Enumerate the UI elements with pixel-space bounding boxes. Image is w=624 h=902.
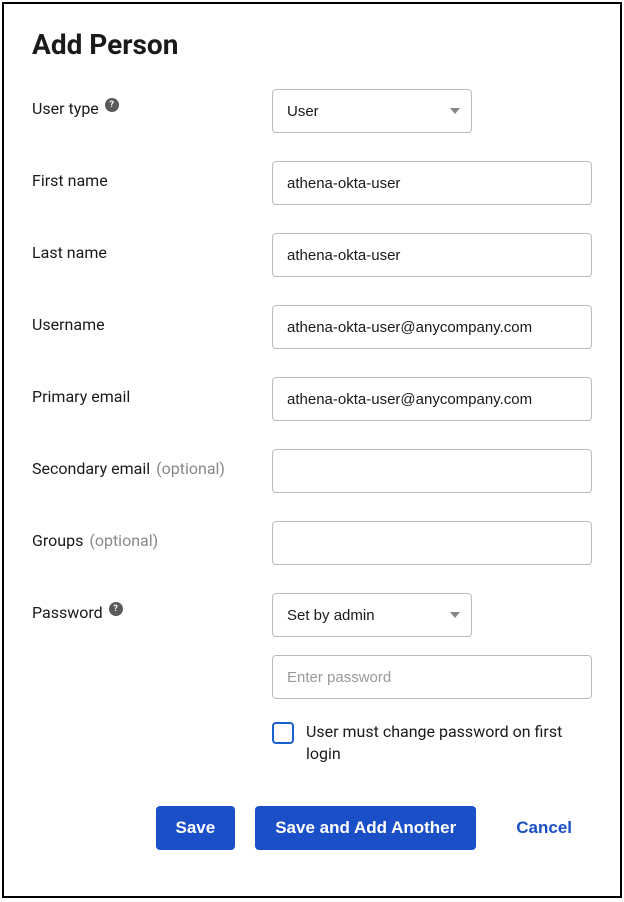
primary-email-row: Primary email: [32, 377, 592, 421]
optional-text: (optional): [89, 531, 158, 550]
user-type-label-text: User type: [32, 99, 99, 118]
password-label: Password ?: [32, 593, 272, 622]
password-input[interactable]: [272, 655, 592, 699]
username-input[interactable]: [272, 305, 592, 349]
last-name-input[interactable]: [272, 233, 592, 277]
button-row: Save Save and Add Another Cancel: [32, 806, 592, 850]
secondary-email-label: Secondary email (optional): [32, 449, 272, 478]
username-row: Username: [32, 305, 592, 349]
user-type-label: User type ?: [32, 89, 272, 118]
optional-text: (optional): [156, 459, 225, 478]
help-icon[interactable]: ?: [105, 98, 119, 112]
save-add-another-button[interactable]: Save and Add Another: [255, 806, 476, 850]
first-name-input[interactable]: [272, 161, 592, 205]
user-type-row: User type ? User: [32, 89, 592, 133]
password-row: Password ? Set by admin User must change…: [32, 593, 592, 766]
username-label: Username: [32, 305, 272, 334]
secondary-email-row: Secondary email (optional): [32, 449, 592, 493]
last-name-row: Last name: [32, 233, 592, 277]
groups-label-text: Groups: [32, 531, 83, 550]
groups-label: Groups (optional): [32, 521, 272, 550]
primary-email-label: Primary email: [32, 377, 272, 406]
change-password-checkbox[interactable]: [272, 722, 294, 744]
primary-email-input[interactable]: [272, 377, 592, 421]
user-type-select[interactable]: User: [272, 89, 472, 133]
secondary-email-label-text: Secondary email: [32, 459, 150, 478]
last-name-label: Last name: [32, 233, 272, 262]
save-button[interactable]: Save: [156, 806, 236, 850]
password-label-text: Password: [32, 603, 103, 622]
add-person-dialog: Add Person User type ? User First name L…: [2, 2, 622, 898]
change-password-checkbox-label[interactable]: User must change password on first login: [306, 721, 592, 766]
change-password-checkbox-row: User must change password on first login: [272, 721, 592, 766]
help-icon[interactable]: ?: [109, 602, 123, 616]
password-mode-select[interactable]: Set by admin: [272, 593, 472, 637]
groups-input[interactable]: [272, 521, 592, 565]
secondary-email-input[interactable]: [272, 449, 592, 493]
first-name-label: First name: [32, 161, 272, 190]
dialog-title: Add Person: [32, 28, 592, 61]
groups-row: Groups (optional): [32, 521, 592, 565]
cancel-button[interactable]: Cancel: [496, 806, 592, 850]
first-name-row: First name: [32, 161, 592, 205]
